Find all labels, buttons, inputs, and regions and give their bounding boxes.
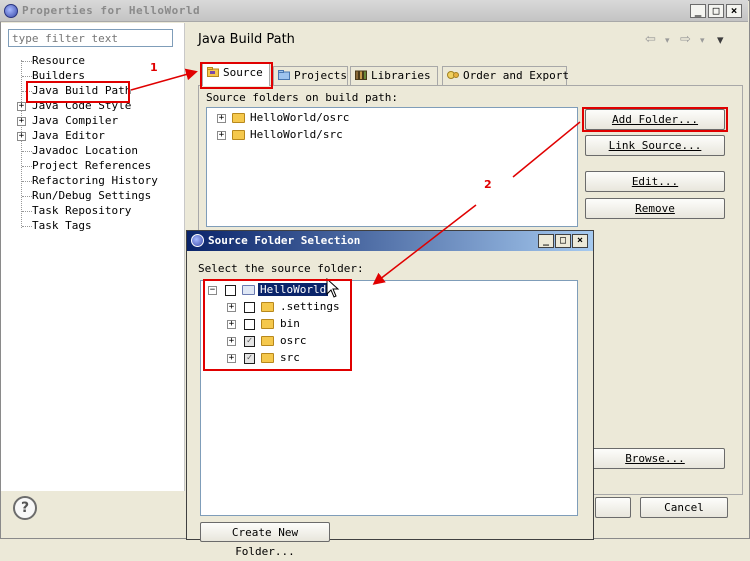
annotation-arrows [130, 68, 581, 285]
annotation-arrow-2-lower [372, 204, 477, 285]
annotation-arrow-2-upper [512, 121, 581, 178]
annotation-arrow-1 [130, 68, 198, 91]
